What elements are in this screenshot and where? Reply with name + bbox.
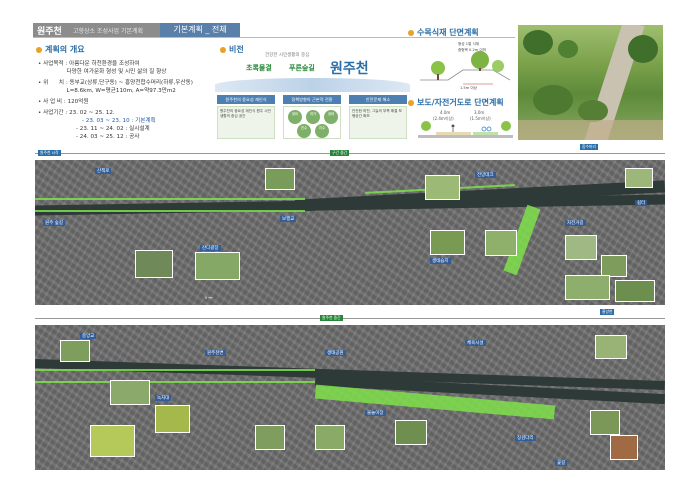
photo-thumb [565, 235, 597, 260]
bullet-icon [36, 47, 42, 53]
photo-thumb [610, 435, 638, 460]
vision-circle: 정비 [288, 110, 302, 124]
overview-row: L=8.6km, W=평균110m, A=약97.3만m2 [38, 88, 176, 94]
track-line [35, 153, 665, 154]
photo-thumb [625, 168, 653, 188]
map-label: 녹지대 [155, 395, 172, 401]
track-tag: 원주천 중간 [320, 315, 343, 321]
map-label: 중앙교 [80, 333, 97, 339]
section1-title: 수목식재 단면계획 [417, 28, 479, 37]
map-label: 원주천변 [205, 350, 226, 356]
bullet-icon [220, 47, 226, 53]
photo-thumb [135, 250, 173, 278]
overview-row: • 위 치 : 동부교(상류,단구동) ~ 흥양천합수머리(하류,우산동) [38, 80, 193, 86]
track-tag: 원주천 시작 [38, 150, 61, 156]
aerial-map-lower: 중앙교 원주천변 생태공원 체육시설 녹지대 물놀이장 징검다리 꽃길 [35, 325, 665, 470]
map-label: 산책로 [95, 168, 112, 174]
photo-thumb [615, 280, 655, 302]
plan-sheet: 원주천 고향상소 조성사업 기본계획 기본계획 _ 전체 계획의 개요 • 사업… [0, 0, 700, 495]
photo-thumb [485, 230, 517, 256]
section1-note: 형성 1열 식재 [458, 42, 480, 46]
vision-slogan: 초록물결 [246, 64, 272, 72]
photo-thumb [590, 410, 620, 435]
map-label: 쉼터 [635, 200, 648, 206]
scale-bar: 0 ━━ [205, 296, 213, 300]
header-tab: 기본계획 _ 전체 [160, 23, 240, 37]
vision-col: 원주천의 중요성 재인식 원주 시민생활의 중심 공간 [217, 106, 275, 139]
schedule-row: - 23. 03 ~ 23. 10 : 기본계획 [82, 118, 156, 124]
vision-col: 정비 여가 생태 친수 치수 [283, 106, 341, 139]
photo-thumb [155, 405, 190, 433]
track-tag: 흥양천 [600, 309, 615, 315]
section2-label: 4.0m [440, 110, 451, 115]
track-tag: 합수머리 [580, 144, 598, 150]
track-line [35, 318, 665, 319]
header-title: 원주천 [37, 27, 62, 37]
vision-box: 정책방향의 근본적 전환 [283, 95, 341, 104]
aerial-map-upper: 원주 숲길 산책로 잔디광장 보행교 생태습지 전망데크 자전거길 쉼터 0 ━… [35, 160, 665, 305]
map-label: 자전거길 [565, 220, 586, 226]
map-label: 물놀이장 [365, 410, 386, 416]
vision-col: 안전한 하천, 그늘의 부족 해결 보행공간 확보 [349, 106, 407, 139]
path-section-diagram [418, 121, 513, 138]
vision-title: 비전 [229, 45, 244, 54]
schedule-row: - 24. 03 ~ 25. 12 : 공사 [76, 134, 140, 140]
photo-thumb [430, 230, 465, 255]
park-photo [518, 25, 663, 140]
map-label: 원주 숲길 [43, 220, 65, 226]
vision-box: 원주천의 중요성 재인식 [217, 95, 275, 104]
photo-thumb [110, 380, 150, 405]
header-subtitle: 고향상소 조성사업 기본계획 [73, 28, 144, 35]
photo-thumb [195, 252, 240, 280]
overview-title: 계획의 개요 [45, 45, 85, 54]
track-tag: 구간 중간 [330, 150, 350, 156]
map-label: 잔디광장 [200, 245, 221, 251]
section1-note: 중형목 0.2m 이하 [458, 48, 487, 52]
photo-thumb [595, 335, 627, 359]
map-label: 전망데크 [475, 172, 496, 178]
overview-row: • 사업목적 : 아름다운 하천환경을 조성하여 [38, 61, 140, 67]
overview-info: • 사업목적 : 아름다운 하천환경을 조성하여 다양한 여가문화 형성 및 시… [38, 60, 213, 141]
bullet-icon [408, 100, 414, 106]
vision-circle: 친수 [297, 124, 311, 138]
section1-note: 1.5m 이상 [460, 86, 477, 90]
section2-title: 보도/자전거도로 단면계획 [417, 98, 504, 107]
map-label: 생태공원 [325, 350, 346, 356]
photo-thumb [60, 340, 90, 362]
overview-row: 다양한 여가문화 형성 및 시민 삶의 질 향상 [38, 69, 167, 75]
vision-slogan: 푸른숲길 [289, 64, 315, 72]
vision-box: 안전문제 해소 [349, 95, 407, 104]
photo-thumb [395, 420, 427, 445]
photo-thumb [425, 175, 460, 200]
photo-thumb [255, 425, 285, 450]
schedule-row: - 23. 11 ~ 24. 02 : 실시설계 [76, 126, 150, 132]
photo-thumb [315, 425, 345, 450]
vision-circle: 치수 [315, 124, 329, 138]
overview-row: • 사업기간 : 23. 02 ~ 25. 12. [38, 110, 115, 116]
vision-subtitle: 건강한 시민생활의 중심 [265, 53, 310, 58]
overview-row: • 사 업 비 : 120억원 [38, 99, 89, 105]
map-label: 생태습지 [430, 258, 451, 264]
bullet-icon [408, 30, 414, 36]
map-label: 꽃길 [555, 460, 568, 466]
vision-circle: 생태 [324, 110, 338, 124]
photo-thumb [90, 425, 135, 457]
vision-name: 원주천 [330, 61, 369, 77]
map-label: 징검다리 [515, 435, 536, 441]
map-label: 보행교 [280, 216, 297, 222]
map-label: 체육시설 [465, 340, 486, 346]
photo-thumb [601, 255, 627, 277]
vision-arc [215, 78, 410, 92]
photo-thumb [265, 168, 295, 190]
photo-thumb [565, 275, 610, 300]
section2-label: 3.0m [474, 110, 485, 115]
vision-circle: 여가 [306, 110, 320, 124]
